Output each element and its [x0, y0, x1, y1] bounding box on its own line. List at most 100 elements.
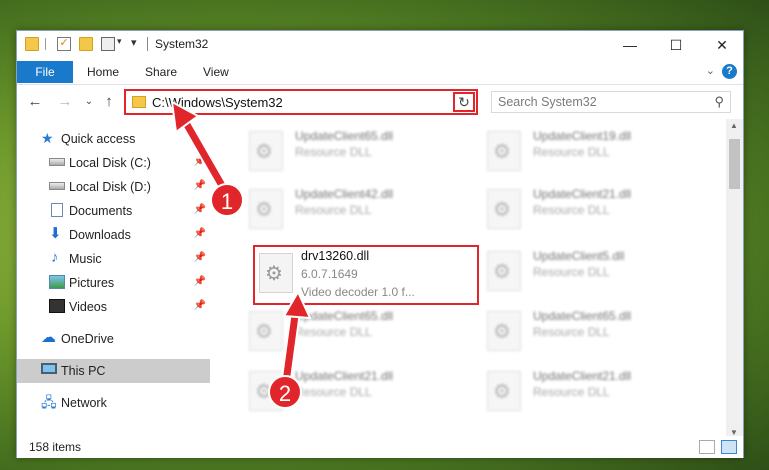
gear-icon: ⚙ — [493, 381, 511, 403]
dll-file-icon: ⚙ — [249, 131, 283, 171]
chevron-down-icon[interactable]: ▾ — [117, 36, 122, 47]
sidebar-item-label: OneDrive — [61, 332, 114, 346]
sidebar-item-label: Downloads — [69, 228, 131, 242]
up-button[interactable]: ↑ — [99, 92, 119, 112]
dll-file-icon: ⚙ — [249, 189, 283, 229]
file-item[interactable]: ⚙ UpdateClient65.dll Resource DLL — [475, 303, 705, 359]
file-description: Resource DLL — [533, 145, 610, 159]
gear-icon: ⚙ — [265, 263, 283, 285]
item-count: 158 items — [29, 440, 82, 454]
disk-icon — [49, 158, 65, 166]
details-view-icon[interactable] — [699, 440, 715, 454]
tab-share[interactable]: Share — [145, 61, 177, 83]
search-icon[interactable]: ⚲ — [714, 94, 724, 110]
search-placeholder: Search System32 — [498, 95, 597, 109]
sidebar-item-network[interactable]: 🖧 Network — [17, 391, 210, 415]
file-item[interactable]: ⚙ UpdateClient21.dll Resource DLL — [475, 181, 705, 237]
file-version: 6.0.7.1649 — [301, 267, 358, 281]
sidebar-item-videos[interactable]: Videos 📌 — [17, 295, 210, 319]
tab-view[interactable]: View — [203, 61, 229, 83]
gear-icon: ⚙ — [493, 199, 511, 221]
file-explorer-window: ✓ ▾ ▾ System32 — ☐ ✕ File Home Share Vie… — [16, 30, 744, 458]
sidebar-item-label: Local Disk (D:) — [69, 180, 151, 194]
pin-icon[interactable]: 📌 — [194, 276, 206, 287]
large-icons-view-icon[interactable] — [721, 440, 737, 454]
file-item[interactable]: ⚙ UpdateClient5.dll Resource DLL — [475, 243, 705, 299]
dll-file-icon: ⚙ — [259, 253, 293, 293]
file-name: UpdateClient21.dll — [533, 369, 632, 383]
scroll-thumb[interactable] — [729, 139, 740, 189]
disk-icon — [49, 182, 65, 190]
status-bar: 158 items — [17, 436, 743, 458]
file-name: UpdateClient21.dll — [533, 187, 632, 201]
step-1-badge: 1 — [210, 183, 244, 217]
recent-locations-chevron-icon[interactable]: ⌄ — [79, 92, 99, 112]
pin-icon[interactable]: 📌 — [194, 300, 206, 311]
sidebar-item-pictures[interactable]: Pictures 📌 — [17, 271, 210, 295]
close-button[interactable]: ✕ — [699, 31, 745, 59]
dll-file-icon: ⚙ — [487, 311, 521, 351]
file-name: UpdateClient65.dll — [295, 129, 394, 143]
sidebar-item-downloads[interactable]: ⬇ Downloads 📌 — [17, 223, 210, 247]
vertical-scrollbar[interactable]: ▲ ▼ — [726, 119, 743, 439]
pin-icon[interactable]: 📌 — [194, 228, 206, 239]
dll-file-icon: ⚙ — [487, 251, 521, 291]
file-name: drv13260.dll — [301, 249, 370, 263]
tab-home[interactable]: Home — [87, 61, 119, 83]
properties-check-icon[interactable]: ✓ — [57, 37, 71, 51]
back-button[interactable]: ← — [25, 92, 45, 112]
gear-icon: ⚙ — [493, 141, 511, 163]
file-description: Resource DLL — [533, 203, 610, 217]
sidebar-item-label: Documents — [69, 204, 133, 218]
file-name: UpdateClient65.dll — [533, 309, 632, 323]
title-separator — [147, 37, 148, 51]
sidebar-item-label: Videos — [69, 300, 107, 314]
quick-access-dropdown-icon[interactable]: ▾ — [131, 36, 137, 49]
help-icon[interactable]: ? — [722, 64, 737, 79]
videos-icon — [49, 299, 65, 313]
pictures-icon — [49, 275, 65, 289]
network-icon: 🖧 — [41, 394, 57, 410]
sidebar-item-music[interactable]: ♪ Music 📌 — [17, 247, 210, 271]
title-bar: ✓ ▾ ▾ System32 — ☐ ✕ — [17, 31, 743, 59]
dll-file-icon: ⚙ — [487, 131, 521, 171]
file-item[interactable]: ⚙ UpdateClient42.dll Resource DLL — [237, 181, 467, 237]
gear-icon: ⚙ — [493, 321, 511, 343]
window-title: System32 — [155, 37, 209, 51]
file-item[interactable]: ⚙ UpdateClient19.dll Resource DLL — [475, 123, 705, 179]
refresh-button[interactable]: ↻ — [453, 92, 475, 112]
navigation-bar: ← → ⌄ ↑ C:\Windows\System32 ⌄ ↻ Search S… — [17, 86, 743, 118]
gear-icon: ⚙ — [255, 199, 273, 221]
sidebar-item-label: Pictures — [69, 276, 115, 290]
dll-file-icon: ⚙ — [487, 371, 521, 411]
tab-file[interactable]: File — [17, 61, 73, 83]
sidebar-item-this-pc[interactable]: This PC — [17, 359, 210, 383]
file-list: ⚙ UpdateClient65.dll Resource DLL ⚙ Upda… — [227, 119, 727, 439]
pin-icon[interactable]: 📌 — [194, 252, 206, 263]
customize-icon[interactable] — [101, 37, 115, 51]
file-item[interactable]: ⚙ UpdateClient21.dll Resource DLL — [475, 363, 705, 419]
step-2-badge: 2 — [268, 375, 302, 409]
music-icon: ♪ — [51, 249, 59, 266]
scroll-up-icon[interactable]: ▲ — [730, 121, 738, 130]
sidebar-item-onedrive[interactable]: ☁ OneDrive — [17, 327, 210, 351]
star-icon: ★ — [41, 130, 54, 146]
sidebar-item-label: This PC — [61, 364, 106, 378]
file-description: Resource DLL — [533, 385, 610, 399]
new-folder-icon[interactable] — [79, 37, 93, 51]
file-name: UpdateClient42.dll — [295, 187, 394, 201]
file-description: Resource DLL — [295, 203, 372, 217]
maximize-button[interactable]: ☐ — [653, 31, 699, 59]
step-2-arrow — [280, 290, 312, 388]
expand-ribbon-icon[interactable]: ⌄ — [706, 64, 715, 77]
sidebar-item-label: Quick access — [61, 132, 136, 146]
dll-file-icon: ⚙ — [487, 189, 521, 229]
file-item[interactable]: ⚙ UpdateClient65.dll Resource DLL — [237, 123, 467, 179]
forward-button[interactable]: → — [55, 92, 75, 112]
search-input[interactable]: Search System32 ⚲ — [491, 91, 731, 113]
sidebar-item-label: Music — [69, 252, 102, 266]
folder-icon[interactable] — [25, 37, 39, 51]
ribbon: File Home Share View ⌄ ? — [17, 59, 743, 85]
minimize-button[interactable]: — — [607, 31, 653, 59]
file-description: Video decoder 1.0 f... — [301, 285, 415, 299]
